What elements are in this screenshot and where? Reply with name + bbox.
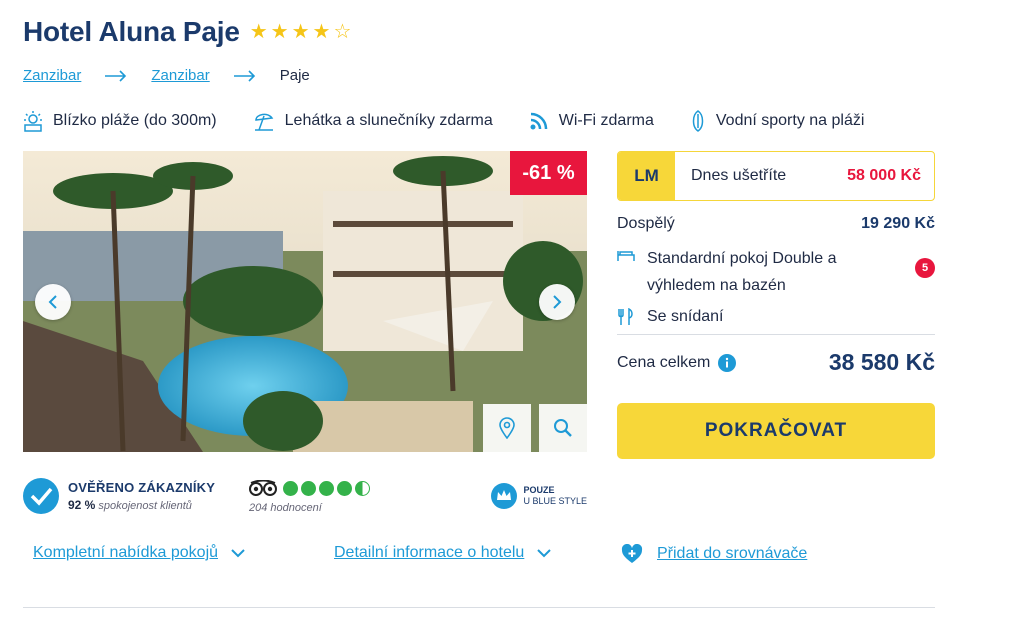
verified-badge: OVĚŘENO ZÁKAZNÍKY 92 % spokojenost klient… [23,478,215,514]
satisfaction-percent: 92 % [68,498,96,512]
meal-row: Se snídaní [617,308,935,326]
feature-watersports: Vodní sporty na pláži [690,110,865,132]
verified-check-icon [23,478,59,514]
gallery-next-button[interactable] [539,284,575,320]
arrow-right-icon [233,69,256,82]
surfboard-icon [692,110,704,132]
hotel-details-label: Detailní informace o hotelu [334,544,525,561]
rating-bubble-half [355,480,370,496]
rating-bubbles [283,480,370,496]
breadcrumb-region[interactable]: Zanzibar [151,67,209,84]
room-count-badge: 5 [915,258,935,278]
room-offer-label: Kompletní nabídka pokojů [33,544,219,561]
section-divider [23,607,935,608]
adults-price-row: Dospělý 19 290 Kč [617,215,935,233]
add-to-compare-link[interactable]: Přidat do srovnávače [621,544,807,564]
satisfaction-label: spokojenost klientů [98,500,192,512]
star-full-icon: ★ [270,21,289,43]
cutlery-icon [618,308,633,325]
map-pin-icon [499,417,515,439]
bed-icon [617,251,635,261]
review-count: 204 hodnocení [249,502,322,514]
price-panel: LM Dnes ušetříte 58 000 Kč Dospělý 19 29… [617,151,935,459]
hotel-details-link[interactable]: Detailní informace o hotelu [334,544,552,562]
hotel-gallery[interactable]: -61 % [23,151,587,452]
rating-bubble-full [319,480,334,496]
arrow-right-icon [105,69,127,82]
hotel-links: Kompletní nabídka pokojů Detailní inform… [33,544,833,568]
rating-bubble-full [337,480,352,496]
gallery-prev-button[interactable] [35,284,71,320]
rating-bubble-full [283,480,298,496]
chevron-right-icon [553,295,562,309]
feature-sunbeds: Lehátka a slunečníky zdarma [253,110,493,132]
feature-label: Lehátka a slunečníky zdarma [284,112,493,129]
rating-bubble-full [301,480,316,496]
total-price-row: Cena celkem 38 580 Kč [617,349,935,376]
lm-tag: LM [618,152,675,200]
total-price: 38 580 Kč [828,349,935,375]
add-to-compare-label: Přidat do srovnávače [657,545,808,562]
show-map-button[interactable] [483,404,531,452]
feature-beach: Blízko pláže (do 300m) [23,110,217,132]
last-minute-box: LM Dnes ušetříte 58 000 Kč [617,151,935,201]
price-divider [617,334,935,335]
continue-button[interactable]: POKRAČOVAT [617,403,935,459]
breadcrumb: Zanzibar Zanzibar Paje [23,67,310,84]
verified-title: OVĚŘENO ZÁKAZNÍKY [68,480,216,495]
feature-wifi: Wi-Fi zdarma [529,111,654,131]
discount-badge: -61 % [510,151,587,195]
room-type: Standardní pokoj Double a výhledem na ba… [647,250,837,294]
tripadvisor-rating[interactable]: 204 hodnocení [249,480,370,514]
star-rating: ★ ★ ★ ★ ☆ [250,22,352,42]
wifi-icon [530,112,548,130]
star-full-icon: ★ [291,21,310,43]
blue-style-line1: POUZE [523,485,555,495]
meal-plan: Se snídaní [647,308,724,325]
adults-price: 19 290 Kč [861,215,935,232]
feature-label: Vodní sporty na pláži [715,112,865,129]
savings-label: Dnes ušetříte [691,167,787,184]
search-icon [554,419,572,437]
info-icon[interactable] [718,353,737,372]
feature-label: Wi-Fi zdarma [558,112,654,129]
star-empty-icon: ☆ [333,21,352,43]
room-offer-link[interactable]: Kompletní nabídka pokojů [33,544,246,562]
blue-style-line2: U BLUE STYLE [523,496,587,506]
star-full-icon: ★ [249,21,268,43]
total-label: Cena celkem [617,353,711,371]
chevron-down-icon [537,549,552,558]
tripadvisor-owl-icon [249,480,277,496]
chevron-down-icon [231,549,245,558]
chevron-left-icon [48,295,57,309]
star-full-icon: ★ [312,21,331,43]
beach-icon [24,111,42,132]
sunbed-icon [254,113,273,131]
room-row: Standardní pokoj Double a výhledem na ba… [617,245,935,299]
crown-icon [491,483,518,509]
zoom-button[interactable] [539,404,587,452]
adults-label: Dospělý [617,215,675,232]
feature-label: Blízko pláže (do 300m) [53,112,217,129]
blue-style-badge: POUZE U BLUE STYLE [490,482,587,510]
hotel-name: Hotel Aluna Paje [23,16,240,47]
breadcrumb-country[interactable]: Zanzibar [23,67,81,84]
hotel-header: Hotel Aluna Paje ★ ★ ★ ★ ☆ [23,16,351,48]
breadcrumb-current: Paje [279,67,310,84]
hotel-badges: OVĚŘENO ZÁKAZNÍKY 92 % spokojenost klient… [23,478,587,518]
heart-plus-icon [621,544,643,563]
hotel-features: Blízko pláže (do 300m) Lehátka a slunečn… [23,110,900,132]
savings-value: 58 000 Kč [847,167,921,184]
